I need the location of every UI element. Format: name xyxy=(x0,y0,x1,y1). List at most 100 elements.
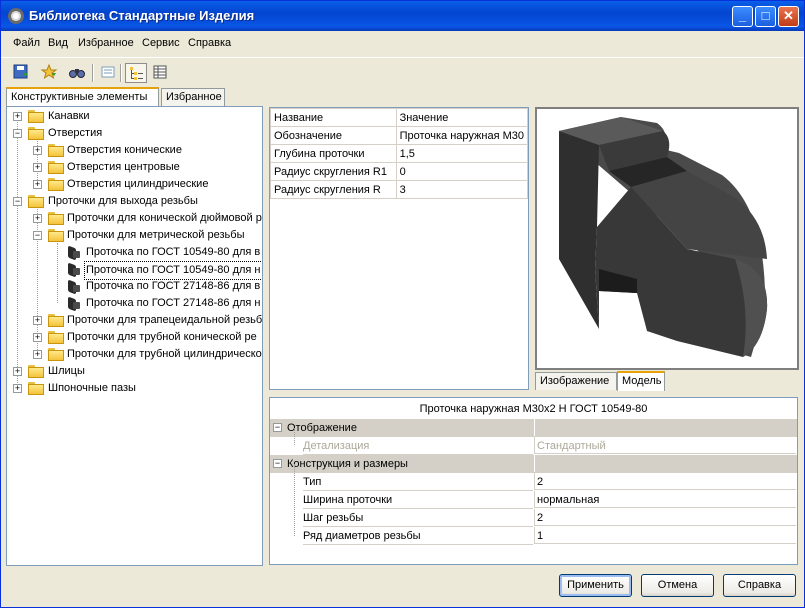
menu-file[interactable]: Файл xyxy=(13,37,40,49)
expand-toggle[interactable]: + xyxy=(33,163,42,172)
tree-item-gost-27148-internal[interactable]: Проточка по ГОСТ 27148-86 для н xyxy=(7,295,262,312)
vertical-splitter[interactable] xyxy=(263,106,268,566)
expand-toggle[interactable]: + xyxy=(33,350,42,359)
tree-item-holes[interactable]: − Отверстия xyxy=(7,125,262,142)
column-header-name[interactable]: Название xyxy=(270,108,397,127)
minimize-button[interactable]: _ xyxy=(732,6,753,27)
property-row-pitch[interactable]: Шаг резьбы 2 xyxy=(270,509,797,527)
tree-item-conical-inch-undercuts[interactable]: + Проточки для конической дюймовой р xyxy=(7,210,262,227)
table-row[interactable]: Радиус скругления R 3 xyxy=(270,180,528,199)
property-name: Тип xyxy=(303,473,533,491)
param-value: 1,5 xyxy=(395,144,528,163)
tree-item-gost-10549-internal[interactable]: Проточка по ГОСТ 10549-80 для н xyxy=(7,261,262,280)
param-value: Проточка наружная М30 xyxy=(395,126,528,145)
tree-view-icon[interactable] xyxy=(125,63,147,83)
property-category-construction[interactable]: − Конструкция и размеры xyxy=(270,455,797,473)
category-label: Отображение xyxy=(287,422,357,434)
apply-button[interactable]: Применить xyxy=(559,574,632,597)
table-row[interactable]: Радиус скругления R1 0 xyxy=(270,162,528,181)
tab-image[interactable]: Изображение xyxy=(535,372,617,390)
tree-item-gost-27148-external[interactable]: Проточка по ГОСТ 27148-86 для в xyxy=(7,278,262,295)
close-button[interactable]: ✕ xyxy=(778,6,799,27)
property-row-width[interactable]: Ширина проточки нормальная xyxy=(270,491,797,509)
part-model-icon xyxy=(67,279,81,294)
tree-guide-line xyxy=(294,464,295,536)
column-header-value[interactable]: Значение xyxy=(395,108,528,127)
folder-icon xyxy=(28,110,44,123)
property-row-type[interactable]: Тип 2 xyxy=(270,473,797,491)
expand-toggle[interactable]: + xyxy=(33,316,42,325)
tree-item-label: Отверстия xyxy=(48,127,103,139)
folder-open-icon xyxy=(28,127,44,140)
tree-item-pipe-conical-undercuts[interactable]: + Проточки для трубной конической ре xyxy=(7,329,262,346)
tree-item-center-holes[interactable]: + Отверстия центровые xyxy=(7,159,262,176)
model-preview[interactable] xyxy=(535,107,799,370)
list-view-icon[interactable] xyxy=(97,63,119,83)
param-name: Радиус скругления R1 xyxy=(270,162,397,181)
tree-item-splines[interactable]: + Шлицы xyxy=(7,363,262,380)
property-row-detail[interactable]: Детализация Стандартный xyxy=(270,437,797,455)
folder-icon xyxy=(28,365,44,378)
tab-model[interactable]: Модель xyxy=(617,371,665,391)
tree-item-gost-10549-external[interactable]: Проточка по ГОСТ 10549-80 для в xyxy=(7,244,262,261)
collapse-toggle[interactable]: − xyxy=(13,197,22,206)
save-icon[interactable] xyxy=(10,63,32,83)
window-title: Библиотека Стандартные Изделия xyxy=(29,8,255,23)
menu-service[interactable]: Сервис xyxy=(142,37,180,49)
tree-item-label: Отверстия цилиндрические xyxy=(67,178,209,190)
collapse-toggle[interactable]: − xyxy=(273,459,282,468)
expand-toggle[interactable]: + xyxy=(33,180,42,189)
collapse-toggle[interactable]: − xyxy=(13,129,22,138)
tree-item-grooves[interactable]: + Канавки xyxy=(7,108,262,125)
expand-toggle[interactable]: + xyxy=(33,333,42,342)
search-binoculars-icon[interactable] xyxy=(66,63,88,83)
table-row[interactable]: Глубина проточки 1,5 xyxy=(270,144,528,163)
expand-toggle[interactable]: + xyxy=(33,146,42,155)
tree-item-metric-undercuts[interactable]: − Проточки для метрической резьбы xyxy=(7,227,262,244)
menu-favorites[interactable]: Избранное xyxy=(78,37,134,49)
table-row[interactable]: Обозначение Проточка наружная М30 xyxy=(270,126,528,145)
menu-help[interactable]: Справка xyxy=(188,37,231,49)
tree-item-thread-undercuts[interactable]: − Проточки для выхода резьбы xyxy=(7,193,262,210)
tree-item-cylindrical-holes[interactable]: + Отверстия цилиндрические xyxy=(7,176,262,193)
param-name: Глубина проточки xyxy=(270,144,397,163)
help-button[interactable]: Справка xyxy=(723,574,796,597)
property-value[interactable]: 1 xyxy=(534,527,796,544)
folder-icon xyxy=(48,314,64,327)
category-label: Конструкция и размеры xyxy=(287,458,408,470)
menu-view[interactable]: Вид xyxy=(48,37,68,49)
tree-item-trapezoidal-undercuts[interactable]: + Проточки для трапецеидальной резьб xyxy=(7,312,262,329)
table-header-row: Название Значение xyxy=(270,108,528,127)
collapse-toggle[interactable]: − xyxy=(273,423,282,432)
collapse-toggle[interactable]: − xyxy=(33,231,42,240)
add-favorite-icon[interactable] xyxy=(38,63,60,83)
folder-open-icon xyxy=(48,229,64,242)
tree-item-label: Проточка по ГОСТ 27148-86 для н xyxy=(86,297,261,309)
tree-panel[interactable]: + Канавки − Отверстия + Отверстия кониче… xyxy=(6,106,263,566)
maximize-button[interactable]: □ xyxy=(755,6,776,27)
property-row-diameter-series[interactable]: Ряд диаметров резьбы 1 xyxy=(270,527,797,545)
property-value[interactable]: нормальная xyxy=(534,491,796,508)
tree-item-label: Проточки для трапецеидальной резьб xyxy=(67,314,263,326)
tab-favorites[interactable]: Избранное xyxy=(161,88,225,106)
expand-toggle[interactable]: + xyxy=(13,367,22,376)
expand-toggle[interactable]: + xyxy=(13,112,22,121)
folder-icon xyxy=(48,212,64,225)
property-value: Стандартный xyxy=(534,437,796,454)
tree-item-keyways[interactable]: + Шпоночные пазы xyxy=(7,380,262,397)
property-category-display[interactable]: − Отображение xyxy=(270,419,797,437)
expand-toggle[interactable]: + xyxy=(33,214,42,223)
cancel-button[interactable]: Отмена xyxy=(641,574,714,597)
table-view-icon[interactable] xyxy=(149,63,171,83)
param-name: Обозначение xyxy=(270,126,397,145)
title-bar[interactable]: Библиотека Стандартные Изделия _ □ ✕ xyxy=(1,1,804,31)
property-value[interactable]: 2 xyxy=(534,509,796,526)
folder-icon xyxy=(48,348,64,361)
tab-structural-elements[interactable]: Конструктивные элементы xyxy=(6,87,159,107)
properties-title: Проточка наружная М30x2 Н ГОСТ 10549-80 xyxy=(419,403,648,415)
expand-toggle[interactable]: + xyxy=(13,384,22,393)
tree-item-pipe-cylindrical-undercuts[interactable]: + Проточки для трубной цилиндрическо xyxy=(7,346,262,363)
property-value[interactable]: 2 xyxy=(534,473,796,490)
tree-item-label: Проточки для конической дюймовой р xyxy=(67,212,262,224)
tree-item-conical-holes[interactable]: + Отверстия конические xyxy=(7,142,262,159)
